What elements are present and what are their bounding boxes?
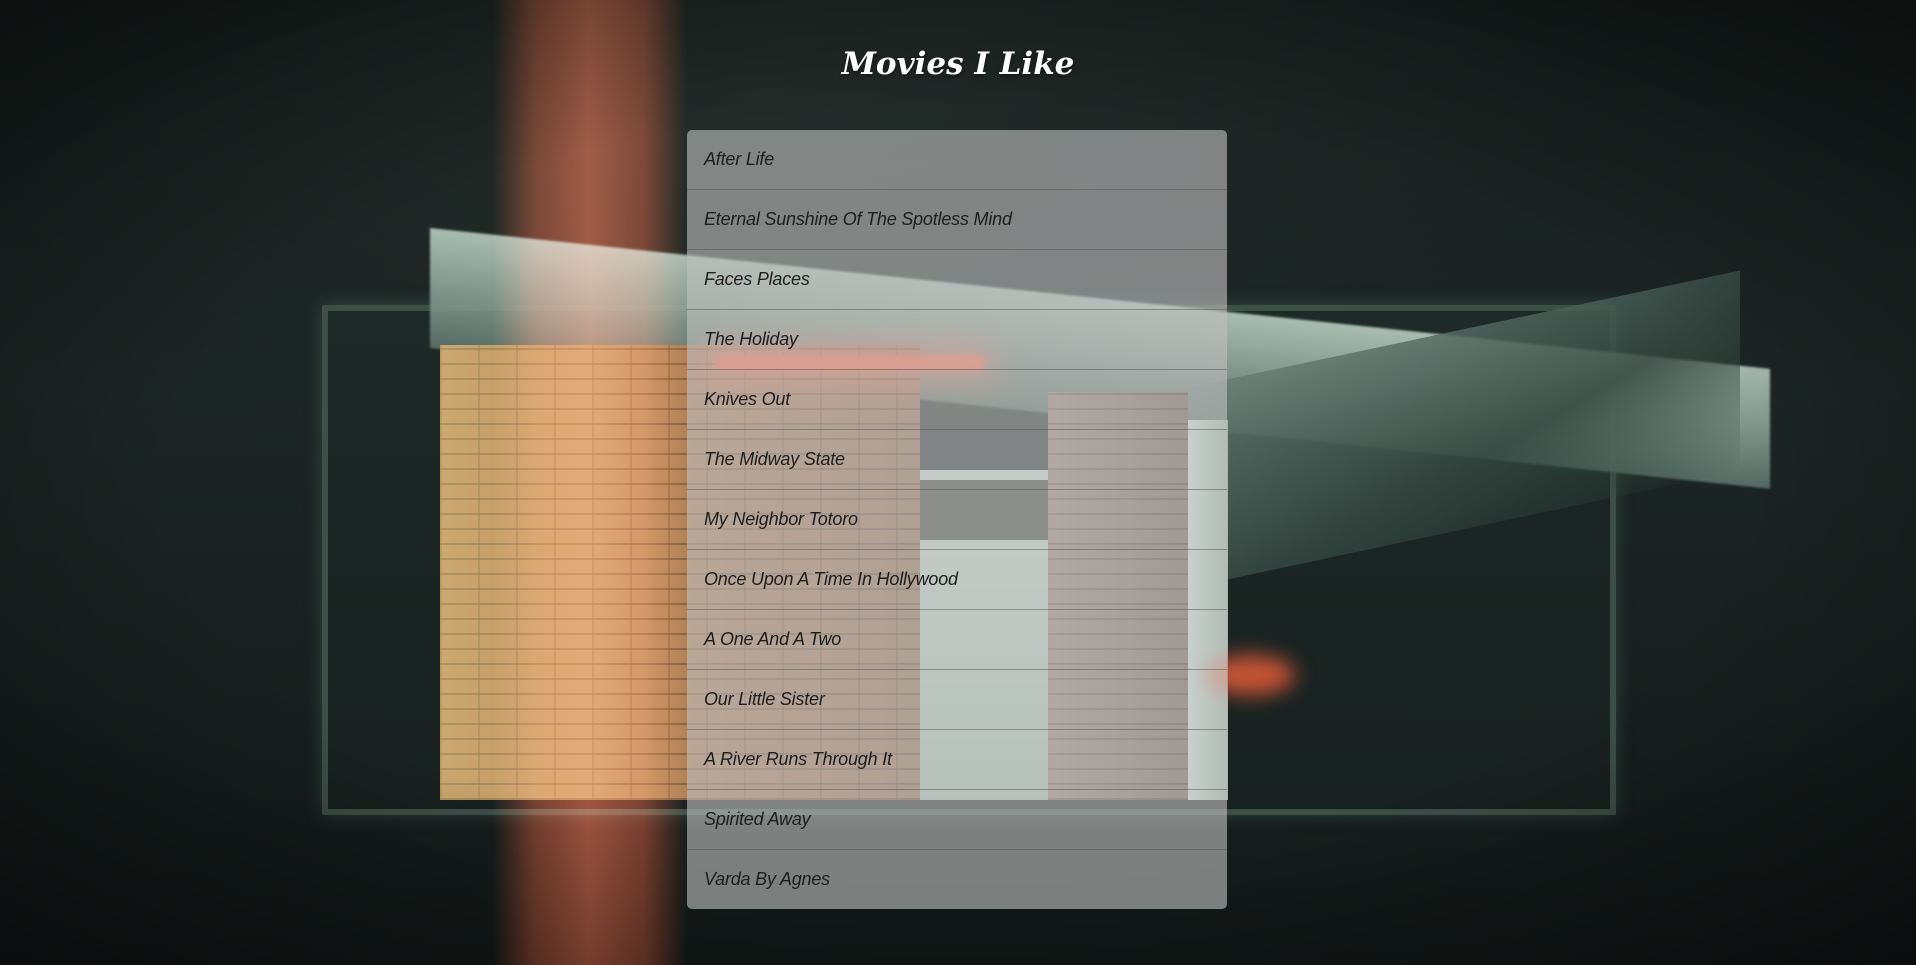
list-item[interactable]: Varda By Agnes: [687, 850, 1227, 909]
list-item[interactable]: Our Little Sister: [687, 670, 1227, 730]
list-item[interactable]: Spirited Away: [687, 790, 1227, 850]
movie-list: After Life Eternal Sunshine Of The Spotl…: [687, 130, 1227, 909]
list-item[interactable]: My Neighbor Totoro: [687, 490, 1227, 550]
list-item[interactable]: A River Runs Through It: [687, 730, 1227, 790]
list-item[interactable]: Knives Out: [687, 370, 1227, 430]
list-item[interactable]: Once Upon A Time In Hollywood: [687, 550, 1227, 610]
list-item[interactable]: The Holiday: [687, 310, 1227, 370]
list-item[interactable]: A One And A Two: [687, 610, 1227, 670]
page-title: Movies I Like: [841, 46, 1075, 82]
list-item[interactable]: After Life: [687, 130, 1227, 190]
list-item[interactable]: The Midway State: [687, 430, 1227, 490]
list-item[interactable]: Eternal Sunshine Of The Spotless Mind: [687, 190, 1227, 250]
list-item[interactable]: Faces Places: [687, 250, 1227, 310]
